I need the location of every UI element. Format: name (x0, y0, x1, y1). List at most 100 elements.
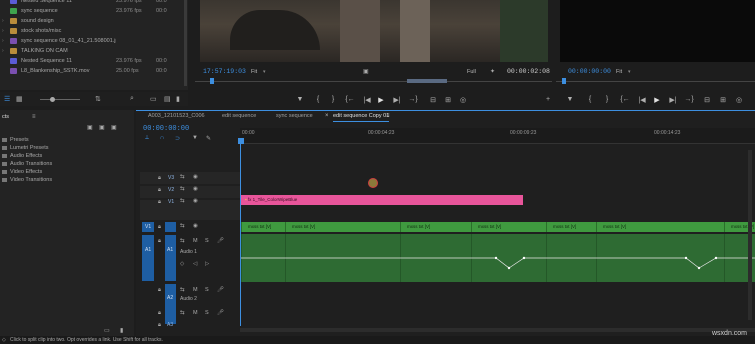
list-view-icon[interactable]: ☰ (4, 95, 10, 103)
play-button[interactable]: ▶ (376, 96, 386, 104)
effects-panel-tab[interactable]: cts (2, 114, 9, 120)
program-lift-button[interactable]: ⊟ (702, 96, 712, 104)
button-editor-button[interactable]: + (543, 96, 553, 103)
go-to-in-button[interactable]: {← (345, 96, 355, 103)
mark-in-button[interactable]: { (313, 96, 323, 103)
video-clip[interactable]: mxss txt [V] (241, 222, 285, 232)
sync-lock-icon[interactable]: ⇆ (180, 174, 185, 180)
video-clip[interactable]: mxss txt [V] (471, 222, 546, 232)
eye-icon[interactable]: ◉ (193, 223, 198, 229)
tab-edit-sequence[interactable]: edit sequence (222, 113, 256, 122)
sync-lock-icon[interactable]: ⇆ (180, 310, 185, 316)
tab-edit-sequence-copy[interactable]: edit sequence Copy 01 (333, 113, 390, 122)
mark-out-button[interactable]: } (328, 96, 338, 103)
video-clip[interactable]: mxss txt [V] (285, 222, 400, 232)
lock-icon[interactable]: 🔒︎ (158, 322, 161, 329)
track-label-a2[interactable]: A2 (167, 295, 173, 301)
effects-folder[interactable]: Video Effects (0, 168, 42, 176)
program-timecode[interactable]: 00:00:00:00 (568, 68, 611, 75)
program-play-button[interactable]: ▶ (652, 96, 662, 104)
project-item[interactable]: L8_Blankenship_SSTK.mov 25.00 fps 00:0 (2, 66, 167, 76)
program-export-button[interactable]: ◎ (734, 96, 744, 104)
mute-button[interactable]: M (193, 238, 198, 244)
track-label-v2[interactable]: V2 (168, 187, 174, 193)
new-bin-icon[interactable]: ▭ (150, 95, 157, 103)
sync-lock-icon[interactable]: ⇆ (180, 186, 185, 192)
keyframe-icon[interactable]: ◇ (180, 261, 184, 267)
video-clip[interactable]: mxss txt [V] (596, 222, 724, 232)
playhead-marker[interactable] (238, 138, 244, 144)
expand-chevron-icon[interactable]: › (2, 48, 10, 54)
wrench-icon[interactable]: ✦ (490, 68, 495, 75)
lock-icon[interactable]: 🔒︎ (158, 310, 161, 317)
source-patch-a1[interactable] (142, 235, 154, 281)
program-step-back-button[interactable]: |◀ (637, 96, 647, 104)
program-go-out-button[interactable]: →} (684, 96, 694, 103)
program-marker-button[interactable]: ▼ (565, 96, 575, 103)
program-fit-select[interactable]: Fit (616, 69, 622, 75)
prev-keyframe-icon[interactable]: ◁ (193, 261, 197, 267)
icon-view-icon[interactable]: ▦ (16, 95, 23, 103)
source-fit-chevron-icon[interactable]: ▾ (263, 69, 266, 75)
yuv-effects-icon[interactable]: ▣ (111, 124, 117, 131)
tab-sync-sequence[interactable]: sync sequence (276, 113, 313, 122)
insert-button[interactable]: ⊟ (428, 96, 438, 104)
track-label-a1[interactable]: A1 (167, 247, 173, 253)
program-out-button[interactable]: } (602, 96, 612, 103)
next-keyframe-icon[interactable]: ▷ (205, 261, 209, 267)
effects-folder[interactable]: Lumetri Presets (0, 144, 49, 152)
lock-icon[interactable]: 🔒︎ (158, 238, 161, 245)
timeline-vscrollbar[interactable] (748, 150, 752, 320)
trash-icon[interactable]: ▮ (176, 95, 180, 103)
track-label-a3[interactable]: A3 (167, 322, 173, 328)
wrench-settings-icon[interactable]: ✎ (206, 135, 211, 142)
program-fit-chevron-icon[interactable]: ▾ (628, 69, 631, 75)
insert-nest-icon[interactable]: ⟂ (145, 135, 149, 142)
step-forward-button[interactable]: ▶| (392, 96, 402, 104)
sync-lock-icon[interactable]: ⇆ (180, 198, 185, 204)
add-marker-icon[interactable]: ▼ (192, 135, 198, 141)
source-in-out-range[interactable] (407, 79, 447, 83)
sync-lock-icon[interactable]: ⇆ (180, 287, 185, 293)
new-folder-icon[interactable]: ▭ (104, 327, 110, 334)
search-icon[interactable]: ⌕ (130, 95, 134, 103)
effects-folder[interactable]: Audio Effects (0, 152, 42, 160)
track-target-a2[interactable] (165, 284, 176, 324)
source-scrubber[interactable] (195, 81, 552, 82)
go-to-out-button[interactable]: →} (408, 96, 418, 103)
track-target-v1[interactable] (165, 222, 176, 232)
project-scrollbar[interactable] (184, 0, 187, 86)
tab-menu-icon[interactable]: ≡ (386, 113, 390, 119)
timeline-hscrollbar[interactable] (240, 328, 755, 332)
32bit-effects-icon[interactable]: ▣ (99, 124, 105, 131)
mute-button[interactable]: M (193, 287, 198, 293)
program-in-button[interactable]: { (585, 96, 595, 103)
eye-icon[interactable]: ◉ (193, 174, 198, 180)
project-item[interactable]: sync sequence 23.976 fps 00:0 (2, 6, 167, 16)
track-target-a1[interactable] (165, 235, 176, 281)
mute-button[interactable]: M (193, 310, 198, 316)
effects-folder[interactable]: Audio Transitions (0, 160, 52, 168)
lock-icon[interactable]: 🔒︎ (158, 187, 161, 194)
source-timecode[interactable]: 17:57:19:03 (203, 68, 246, 75)
project-item[interactable]: › TALKING ON CAM (2, 46, 156, 56)
program-extract-button[interactable]: ⊞ (718, 96, 728, 104)
eye-icon[interactable]: ◉ (193, 198, 198, 204)
program-playhead[interactable] (562, 78, 566, 84)
mic-icon[interactable]: 🎤︎ (217, 238, 224, 244)
accelerated-effects-icon[interactable]: ▣ (87, 124, 93, 131)
tab-a003[interactable]: A003_12101523_C006 (148, 113, 205, 122)
new-item-icon[interactable]: ▤ (164, 95, 171, 103)
video-clip[interactable]: mxss txt [V] (400, 222, 471, 232)
settings-icon[interactable]: ▣ (363, 68, 369, 75)
program-go-in-button[interactable]: {← (620, 96, 630, 103)
add-marker-button[interactable]: ▼ (295, 96, 305, 103)
linked-selection-icon[interactable]: ⊃ (175, 135, 180, 142)
effects-trash-icon[interactable]: ▮ (120, 327, 123, 334)
expand-chevron-icon[interactable]: › (2, 18, 10, 24)
project-item[interactable]: › stock shots/misc (2, 26, 156, 36)
sort-icon[interactable]: ⇅ (95, 95, 101, 103)
program-step-forward-button[interactable]: ▶| (668, 96, 678, 104)
zoom-slider[interactable] (40, 99, 80, 100)
lock-icon[interactable]: 🔒︎ (158, 175, 161, 182)
